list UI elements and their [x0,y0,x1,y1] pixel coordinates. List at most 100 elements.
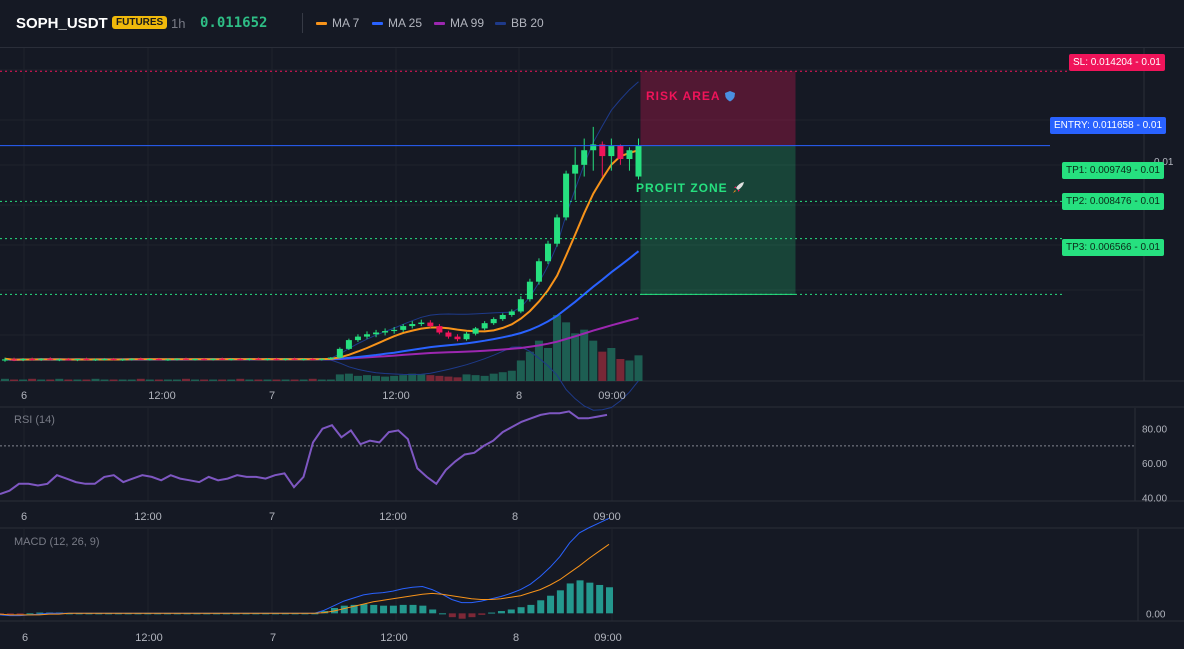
rsi-x-tick: 12:00 [379,511,407,523]
volume-bar [471,375,480,381]
candle-body [56,359,63,361]
volume-bar [191,379,200,381]
rsi-title: RSI (14) [14,414,55,426]
volume-bar [507,370,516,381]
rsi-y-tick: 80.00 [1142,425,1167,436]
volume-bar [453,377,462,381]
volume-bar [372,375,381,381]
macd-x-tick: 09:00 [594,632,622,644]
volume-bar [145,379,154,381]
rsi-x-tick: 12:00 [134,511,162,523]
tp3-tag-qty: 0.01 [1140,242,1160,253]
candle-body [38,358,45,360]
candle-body [228,359,235,361]
candle-body [400,326,407,330]
macd-y-tick: 0.00 [1146,609,1166,620]
macd-histogram-bar [16,613,24,615]
volume-bar [607,348,616,381]
volume-bar [625,360,634,381]
candle-body [572,164,579,174]
chart-canvas[interactable]: 0.01 6 12:00 7 12:00 8 09:00 6 12:00 7 12:00 8 09:00… [0,0,1184,649]
candle-body [535,261,542,282]
candle-body [210,358,217,360]
tp1-tag-qty: 0.01 [1140,165,1160,176]
volume-bar [245,379,254,381]
volume-bar [109,379,118,381]
risk-area-text: RISK AREA [646,89,721,103]
candle-body [508,311,515,315]
candle-body [617,145,624,159]
macd-x-tick: 7 [270,632,276,644]
candle-body [427,322,434,327]
volume-bar [553,315,562,381]
macd-histogram-bar [606,587,613,614]
volume-bar [399,375,408,381]
macd-histogram-bar [488,612,496,614]
volume-bar [381,376,390,381]
volume-bar [200,379,209,381]
candle-body [445,332,452,337]
volume-bar [163,379,172,381]
candle-body [418,322,425,325]
volume-bar [489,373,498,381]
candle-body [581,150,588,165]
volume-bar [299,379,308,381]
tp2-tag[interactable]: TP2: 0.008476 - 0.01 [1062,193,1164,210]
rocket-icon [733,182,745,193]
volume-bar [480,375,489,381]
volume-bar [326,379,335,381]
macd-histogram-bar [458,613,466,619]
volume-bar [598,351,607,381]
macd-histogram-bar [478,613,486,615]
candle-body [255,358,262,360]
bb-lower-line [4,346,639,411]
tp1-tag[interactable]: TP1: 0.009749 - 0.01 [1062,162,1164,179]
macd-histogram-bar [507,609,515,614]
candle-body [128,358,135,360]
volume-bar [571,333,580,381]
tp3-tag[interactable]: TP3: 0.006566 - 0.01 [1062,239,1164,256]
candle-body [192,359,199,361]
macd-histogram-bar [360,604,368,614]
candle-body [237,359,244,361]
sl-tag-qty: 0.01 [1141,57,1161,68]
candle-body [74,359,81,361]
candle-body [345,340,352,349]
volume-bar [100,379,109,381]
candle-body [373,332,380,335]
macd-x-tick: 6 [22,632,28,644]
volume-bar [46,379,55,381]
volume-bar [525,351,534,381]
bb-upper-line [4,81,639,360]
volume-bar [182,378,190,381]
sl-tag[interactable]: SL: 0.014204 - 0.01 [1069,54,1165,71]
macd-title: MACD (12, 26, 9) [14,536,100,548]
profit-zone-label: PROFIT ZONE [636,181,746,195]
macd-histogram-bar [537,600,545,614]
macd-histogram-bar [497,611,505,614]
volume-bar [118,379,127,381]
profit-zone-box [640,145,796,295]
candle-body [110,359,117,361]
entry-tag[interactable]: ENTRY: 0.011658 - 0.01 [1050,117,1167,134]
candle-body [219,358,226,360]
volume-bar [172,379,181,381]
candle-body [47,358,54,360]
volume-bar [426,375,435,381]
volume-bar [353,375,362,381]
volume-bar [281,379,290,381]
macd-x-tick: 8 [513,632,519,644]
volume-bar [10,379,19,381]
macd-histogram-bar [556,590,564,614]
ma7-line [4,149,639,361]
volume-bar [308,378,317,381]
candle-body [436,326,443,333]
volume-bar [37,379,46,381]
volume-bar [290,379,299,381]
volume-bar [218,379,227,381]
candle-body [526,281,533,300]
volume-bar [154,379,163,381]
macd-histogram-bar [389,605,397,614]
tp3-tag-label: TP3: 0.006566 [1066,242,1132,253]
entry-tag-label: ENTRY: 0.011658 [1054,120,1134,131]
